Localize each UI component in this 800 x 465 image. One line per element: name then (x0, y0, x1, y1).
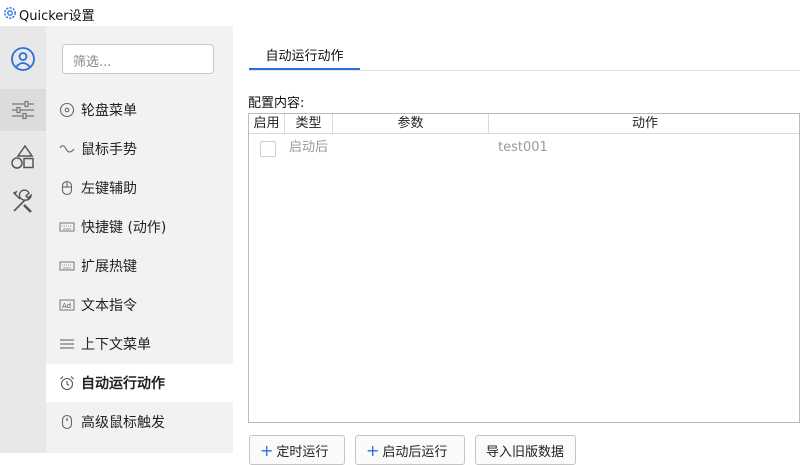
column-header-enabled[interactable]: 启用 (249, 114, 285, 134)
button-label: 导入旧版数据 (486, 444, 565, 460)
sidebar-item-label: 鼠标手势 (81, 142, 137, 158)
import-legacy-button[interactable]: 导入旧版数据 (475, 435, 576, 465)
title-bar: Quicker设置 (0, 0, 800, 26)
config-label: 配置内容: (248, 96, 305, 111)
filter-input[interactable]: 筛选... (62, 44, 214, 74)
sidebar-item-left-click-assist[interactable]: 左键辅助 (46, 169, 233, 207)
sidebar-item-label: 轮盘菜单 (81, 103, 137, 119)
sidebar-item-label: 自动运行动作 (81, 376, 165, 392)
sidebar-item-hotkey-action[interactable]: 快捷键 (动作) (46, 208, 233, 246)
rail-sliders-button[interactable] (0, 89, 46, 131)
wheel-icon (59, 102, 75, 118)
column-header-param[interactable]: 参数 (333, 114, 489, 134)
add-timer-run-button[interactable]: + 定时运行 (249, 435, 345, 465)
keyboard-icon (59, 219, 75, 235)
sidebar-item-text-command[interactable]: Ad 文本指令 (46, 286, 233, 324)
sidebar-item-label: 快捷键 (动作) (81, 220, 167, 236)
sidebar-item-label: 左键辅助 (81, 181, 137, 197)
plus-icon: + (260, 440, 274, 460)
mouse-icon (59, 180, 75, 196)
text-ad-icon: Ad (59, 297, 75, 313)
rail-tools-button[interactable] (0, 181, 46, 223)
gear-icon (4, 7, 16, 19)
row-type-cell: 启动后 (289, 140, 329, 155)
sidebar-item-advanced-mouse[interactable]: 高级鼠标触发 (46, 403, 233, 441)
config-grid: 启用 类型 参数 动作 启动后 test001 (248, 113, 800, 423)
svg-text:Ad: Ad (62, 302, 71, 310)
icon-rail (0, 26, 46, 453)
sliders-icon (12, 100, 34, 120)
category-sidebar: 筛选... 轮盘菜单 鼠标手势 左键辅助 快捷键 (动作) 扩展热键 Ad 文本… (46, 26, 233, 453)
tools-icon (12, 189, 32, 213)
plus-icon: + (366, 440, 380, 460)
column-header-action[interactable]: 动作 (489, 114, 799, 134)
alarm-icon (59, 375, 75, 391)
shapes-icon (11, 144, 34, 169)
button-label: 定时运行 (276, 444, 329, 460)
tab-divider (249, 70, 800, 71)
add-after-start-button[interactable]: + 启动后运行 (355, 435, 465, 465)
keyboard-icon (59, 258, 75, 274)
mouse-icon (59, 414, 75, 430)
menu-icon (59, 336, 75, 352)
sidebar-item-context-menu[interactable]: 上下文菜单 (46, 325, 233, 363)
sidebar-item-label: 上下文菜单 (81, 337, 151, 353)
sidebar-item-label: 扩展热键 (81, 259, 137, 275)
sidebar-item-label: 高级鼠标触发 (81, 415, 165, 431)
main-panel: 自动运行动作 配置内容: 启用 类型 参数 动作 启动后 test001 + 定… (233, 26, 800, 465)
sidebar-item-label: 文本指令 (81, 298, 137, 314)
sidebar-item-auto-run[interactable]: 自动运行动作 (46, 364, 233, 402)
user-icon (11, 47, 35, 71)
row-action-cell: test001 (498, 140, 548, 155)
row-enabled-checkbox[interactable] (260, 141, 276, 157)
window-title: Quicker设置 (19, 9, 95, 24)
rail-user-button[interactable] (0, 38, 46, 80)
rail-shapes-button[interactable] (0, 136, 46, 178)
button-label: 启动后运行 (382, 444, 448, 460)
gesture-icon (59, 141, 75, 157)
sidebar-item-extended-hotkey[interactable]: 扩展热键 (46, 247, 233, 285)
sidebar-item-mouse-gesture[interactable]: 鼠标手势 (46, 130, 233, 168)
sidebar-item-wheel-menu[interactable]: 轮盘菜单 (46, 91, 233, 129)
tab-auto-run[interactable]: 自动运行动作 (249, 40, 360, 70)
column-header-type[interactable]: 类型 (285, 114, 333, 134)
